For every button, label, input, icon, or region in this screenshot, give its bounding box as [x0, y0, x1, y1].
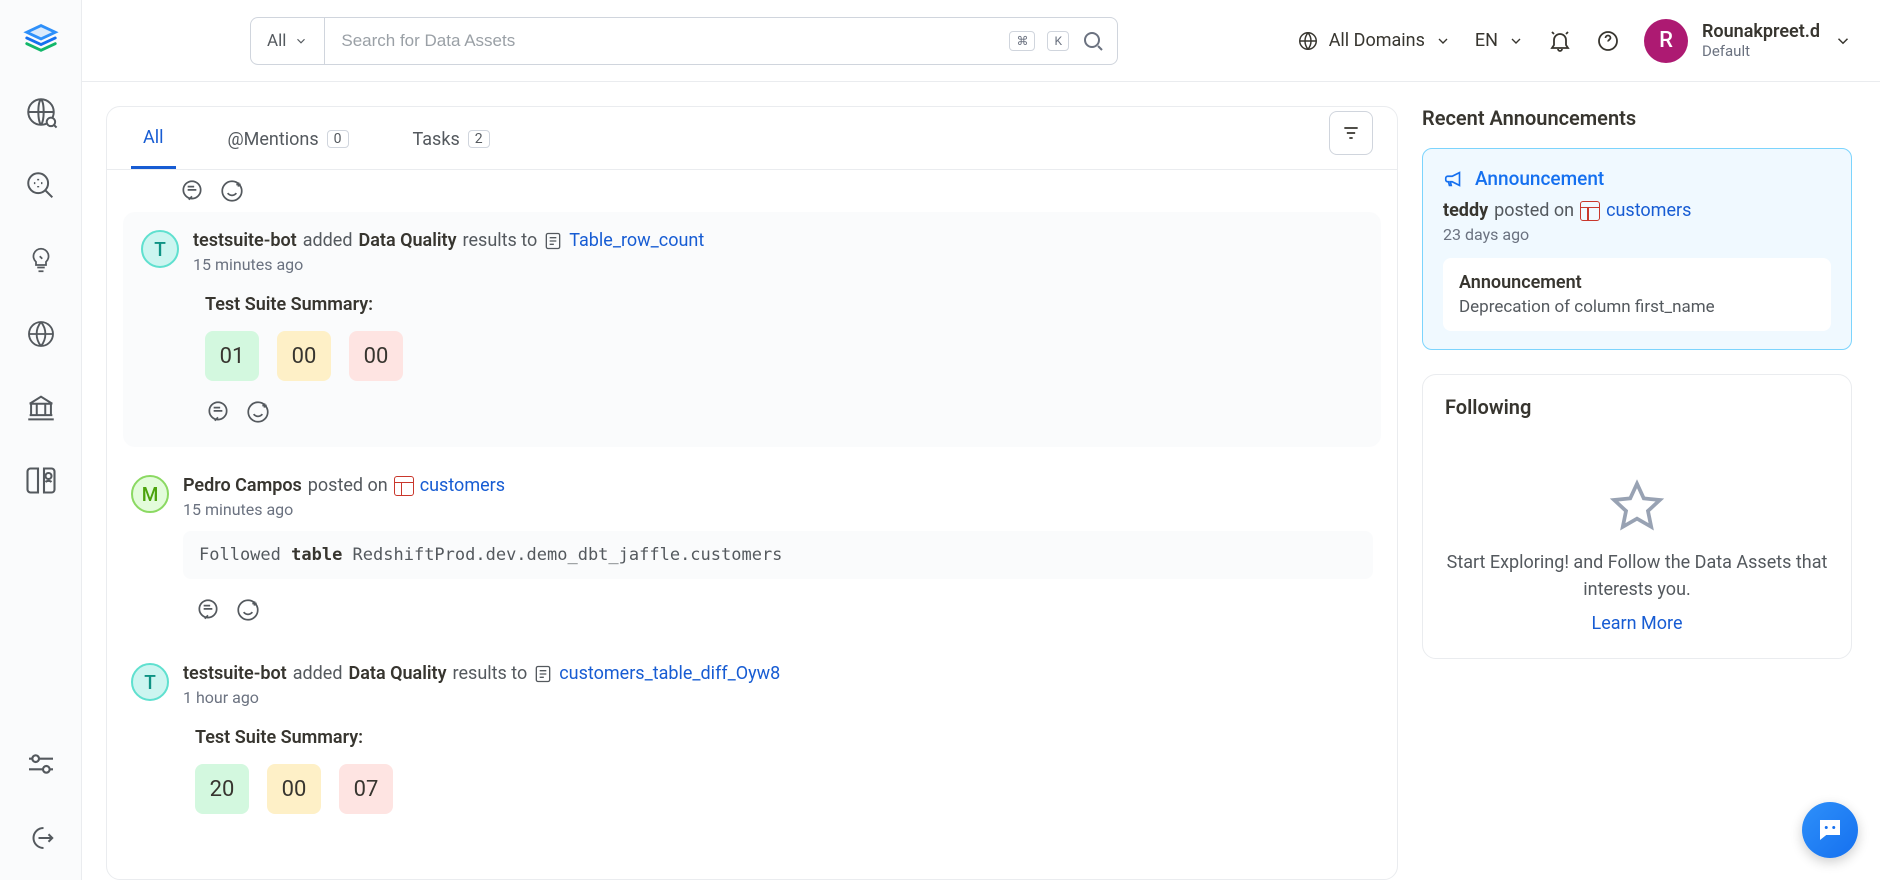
announcements-title: Recent Announcements [1422, 106, 1852, 130]
settings-toggle-icon[interactable] [23, 746, 59, 782]
search-input[interactable] [325, 31, 1009, 51]
tab-tasks-label: Tasks [413, 129, 460, 150]
search-bar: All ⌘ K [250, 17, 1118, 65]
topbar: All ⌘ K All Domains EN [82, 0, 1880, 82]
announcement-poster: teddy [1443, 200, 1488, 221]
learn-more-link[interactable]: Learn More [1592, 613, 1683, 634]
actor-avatar: T [131, 663, 169, 701]
comment-icon[interactable] [179, 178, 205, 204]
help-icon [1596, 29, 1620, 53]
announcement-body-text: Deprecation of column first_name [1459, 297, 1815, 317]
feed-item: T testsuite-bot added Data Quality resul… [123, 212, 1381, 447]
following-title: Following [1445, 395, 1829, 419]
announcement-verb: posted on [1494, 200, 1574, 221]
megaphone-icon [1443, 168, 1465, 190]
feed-target-link[interactable]: customers [420, 475, 505, 496]
feed-tabs: All @Mentions 0 Tasks 2 [107, 107, 1397, 170]
user-role: Default [1702, 42, 1820, 60]
stat-warn: 00 [267, 764, 321, 814]
language-label: EN [1475, 30, 1498, 51]
chevron-down-icon [294, 34, 308, 48]
chevron-down-icon [1508, 33, 1524, 49]
bell-icon [1548, 29, 1572, 53]
announcement-body-title: Announcement [1459, 272, 1815, 293]
feed-target-link[interactable]: customers_table_diff_Oyw8 [559, 663, 780, 684]
announcement-timestamp: 23 days ago [1443, 225, 1831, 244]
chat-fab[interactable] [1802, 802, 1858, 858]
stat-fail: 00 [349, 331, 403, 381]
chevron-down-icon [1834, 32, 1852, 50]
search-scope-dropdown[interactable]: All [251, 18, 325, 64]
domains-icon[interactable] [23, 316, 59, 352]
announcement-label: Announcement [1475, 167, 1604, 190]
actor-avatar: T [141, 230, 179, 268]
following-section: Following Start Exploring! and Follow th… [1422, 374, 1852, 659]
logout-icon[interactable] [23, 820, 59, 856]
stat-pass: 20 [195, 764, 249, 814]
help-button[interactable] [1596, 29, 1620, 53]
comment-icon[interactable] [195, 597, 221, 623]
tab-mentions[interactable]: @Mentions 0 [216, 109, 361, 168]
table-icon [1580, 201, 1600, 221]
insights-icon[interactable] [23, 242, 59, 278]
actor-name: testsuite-bot [193, 230, 297, 251]
follow-detail: Followed table RedshiftProd.dev.demo_dbt… [183, 531, 1373, 579]
filter-button[interactable] [1329, 111, 1373, 155]
announcements-section: Recent Announcements Announcement teddy … [1422, 106, 1852, 350]
search-scope-label: All [267, 31, 286, 51]
user-name: Rounakpreet.d [1702, 21, 1820, 42]
feed-item: M Pedro Campos posted on customers 15 mi… [107, 455, 1397, 643]
left-sidebar [0, 0, 82, 880]
actor-avatar: M [131, 475, 169, 513]
search-icon[interactable] [1081, 29, 1105, 53]
following-empty-text: Start Exploring! and Follow the Data Ass… [1445, 549, 1829, 603]
emoji-icon[interactable] [219, 178, 245, 204]
search-lens-icon[interactable] [23, 168, 59, 204]
glossary-icon[interactable] [23, 464, 59, 500]
tab-mentions-label: @Mentions [228, 129, 319, 150]
chevron-down-icon [1435, 33, 1451, 49]
kbd-k: K [1047, 31, 1069, 51]
filter-icon [1341, 123, 1361, 143]
domain-label: All Domains [1329, 30, 1425, 51]
feed-timestamp: 15 minutes ago [183, 500, 1373, 519]
announcement-card[interactable]: Announcement teddy posted on customers 2… [1422, 148, 1852, 350]
kbd-cmd: ⌘ [1009, 31, 1035, 51]
stat-fail: 07 [339, 764, 393, 814]
emoji-icon[interactable] [235, 597, 261, 623]
actor-name: testsuite-bot [183, 663, 287, 684]
suite-icon [533, 664, 553, 684]
feed-timestamp: 1 hour ago [183, 688, 1373, 707]
tab-all[interactable]: All [131, 107, 176, 169]
user-avatar: R [1644, 19, 1688, 63]
mentions-count: 0 [327, 130, 349, 148]
stat-pass: 01 [205, 331, 259, 381]
feed-target-link[interactable]: Table_row_count [569, 230, 704, 251]
language-selector[interactable]: EN [1475, 30, 1524, 51]
feed-item: T testsuite-bot added Data Quality resul… [107, 643, 1397, 834]
emoji-icon[interactable] [245, 399, 271, 425]
feed-timestamp: 15 minutes ago [193, 255, 1363, 274]
notifications-button[interactable] [1548, 29, 1572, 53]
governance-icon[interactable] [23, 390, 59, 426]
user-menu[interactable]: R Rounakpreet.d Default [1644, 19, 1852, 63]
comment-icon[interactable] [205, 399, 231, 425]
announcement-target[interactable]: customers [1606, 200, 1691, 221]
actor-name: Pedro Campos [183, 475, 302, 496]
activity-feed: All @Mentions 0 Tasks 2 [106, 106, 1398, 880]
suite-icon [543, 231, 563, 251]
explore-icon[interactable] [23, 94, 59, 130]
globe-icon [1297, 30, 1319, 52]
domain-selector[interactable]: All Domains [1297, 30, 1451, 52]
app-logo[interactable] [22, 18, 60, 56]
table-icon [394, 476, 414, 496]
tab-tasks[interactable]: Tasks 2 [401, 109, 502, 168]
tasks-count: 2 [468, 130, 490, 148]
stat-warn: 00 [277, 331, 331, 381]
star-icon [1445, 479, 1829, 535]
